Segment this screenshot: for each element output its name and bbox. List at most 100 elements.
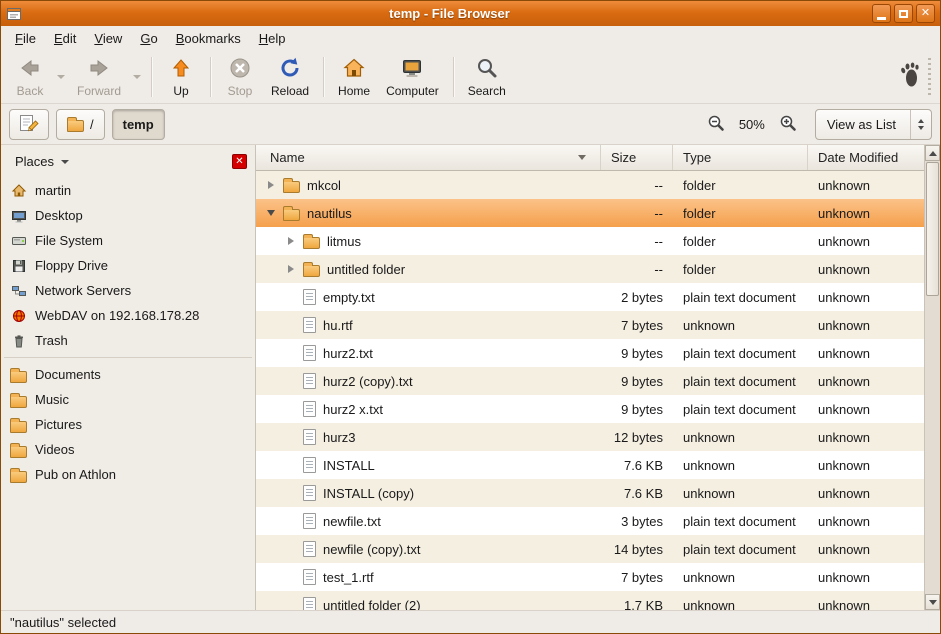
toolbar-grip-handle[interactable] — [928, 58, 931, 96]
stop-icon — [228, 56, 252, 83]
column-header-type[interactable]: Type — [673, 145, 808, 170]
content-area: Places ✕ martin Desktop File System Flop… — [1, 145, 940, 610]
file-row[interactable]: hu.rtf 7 bytes unknown unknown — [256, 311, 924, 339]
back-history-dropdown[interactable] — [53, 54, 69, 100]
file-row[interactable]: mkcol -- folder unknown — [256, 171, 924, 199]
location-bar: / temp 50% View as List — [1, 104, 940, 145]
titlebar[interactable]: temp - File Browser ✕ — [1, 1, 940, 26]
file-row[interactable]: litmus -- folder unknown — [256, 227, 924, 255]
sidebar-close-button[interactable]: ✕ — [232, 154, 247, 169]
places-dropdown[interactable]: Places — [9, 150, 75, 173]
file-row[interactable]: hurz2 (copy).txt 9 bytes plain text docu… — [256, 367, 924, 395]
list-header: Name Size Type Date Modified — [256, 145, 924, 171]
reload-button[interactable]: Reload — [263, 54, 317, 99]
back-arrow-icon — [18, 56, 42, 83]
sidebar-item-network-servers[interactable]: Network Servers — [1, 278, 255, 303]
stop-button[interactable]: Stop — [217, 54, 263, 99]
file-row[interactable]: hurz2 x.txt 9 bytes plain text document … — [256, 395, 924, 423]
forward-arrow-icon — [87, 56, 111, 83]
expander-expanded-icon[interactable] — [264, 210, 278, 216]
path-current-folder-button[interactable]: temp — [112, 109, 165, 140]
vertical-scrollbar[interactable] — [924, 145, 940, 610]
search-button[interactable]: Search — [460, 54, 514, 99]
menu-edit[interactable]: Edit — [46, 28, 84, 49]
file-row[interactable]: INSTALL 7.6 KB unknown unknown — [256, 451, 924, 479]
up-arrow-icon — [169, 56, 193, 83]
back-button[interactable]: Back — [7, 54, 53, 99]
view-mode-select[interactable]: View as List — [815, 109, 932, 140]
computer-button[interactable]: Computer — [378, 54, 447, 99]
network-icon — [10, 283, 27, 299]
toggle-location-entry-button[interactable] — [9, 109, 49, 140]
forward-button[interactable]: Forward — [69, 54, 129, 99]
sidebar-item-pictures[interactable]: Pictures — [1, 412, 255, 437]
menu-help[interactable]: Help — [251, 28, 294, 49]
sidebar-item-pub-on-athlon[interactable]: Pub on Athlon — [1, 462, 255, 487]
sidebar-item-webdav[interactable]: WebDAV on 192.168.178.28 — [1, 303, 255, 328]
sidebar-item-file-system[interactable]: File System — [1, 228, 255, 253]
trash-icon — [10, 333, 27, 349]
scroll-down-button[interactable] — [925, 594, 940, 610]
file-row[interactable]: hurz3 12 bytes unknown unknown — [256, 423, 924, 451]
file-row[interactable]: newfile.txt 3 bytes plain text document … — [256, 507, 924, 535]
file-row[interactable]: empty.txt 2 bytes plain text document un… — [256, 283, 924, 311]
column-header-date-modified[interactable]: Date Modified — [808, 145, 924, 170]
sidebar-item-desktop[interactable]: Desktop — [1, 203, 255, 228]
scrollbar-thumb[interactable] — [926, 162, 939, 296]
file-row[interactable]: test_1.rtf 7 bytes unknown unknown — [256, 563, 924, 591]
sidebar-item-floppy-drive[interactable]: Floppy Drive — [1, 253, 255, 278]
maximize-button[interactable] — [894, 4, 913, 23]
home-button[interactable]: Home — [330, 54, 378, 99]
sidebar-item-music[interactable]: Music — [1, 387, 255, 412]
sidebar-item-martin[interactable]: martin — [1, 178, 255, 203]
menu-go[interactable]: Go — [132, 28, 165, 49]
text-file-icon — [303, 597, 316, 610]
file-row[interactable]: newfile (copy).txt 14 bytes plain text d… — [256, 535, 924, 563]
up-button[interactable]: Up — [158, 54, 204, 99]
file-browser-app-icon — [6, 6, 22, 22]
menu-bookmarks[interactable]: Bookmarks — [168, 28, 249, 49]
minimize-button[interactable] — [872, 4, 891, 23]
scrollbar-track[interactable] — [925, 161, 940, 594]
scroll-up-button[interactable] — [925, 145, 940, 161]
path-root-button[interactable]: / — [56, 109, 105, 140]
forward-history-dropdown[interactable] — [129, 54, 145, 100]
file-rows: mkcol -- folder unknown nautilus -- fold… — [256, 171, 924, 610]
text-file-icon — [303, 401, 316, 417]
file-row[interactable]: untitled folder (2) 1.7 KB unknown unkno… — [256, 591, 924, 610]
text-file-icon — [303, 513, 316, 529]
zoom-level: 50% — [739, 117, 765, 132]
folder-icon — [283, 181, 300, 193]
sidebar-item-videos[interactable]: Videos — [1, 437, 255, 462]
window-title: temp - File Browser — [27, 6, 872, 21]
reload-icon — [278, 56, 302, 83]
column-header-name[interactable]: Name — [256, 145, 601, 170]
file-row-selected[interactable]: nautilus -- folder unknown — [256, 199, 924, 227]
expander-collapsed-icon[interactable] — [284, 237, 298, 245]
chevron-down-icon — [57, 75, 65, 79]
close-button[interactable]: ✕ — [916, 4, 935, 23]
expander-collapsed-icon[interactable] — [264, 181, 278, 189]
text-file-icon — [303, 373, 316, 389]
toolbar-separator — [453, 57, 454, 97]
webdav-globe-icon — [10, 308, 27, 324]
file-row[interactable]: INSTALL (copy) 7.6 KB unknown unknown — [256, 479, 924, 507]
menu-view[interactable]: View — [86, 28, 130, 49]
text-file-icon — [303, 541, 316, 557]
throbber-area — [900, 58, 934, 96]
drive-icon — [10, 233, 27, 249]
file-list: Name Size Type Date Modified mkcol -- fo… — [256, 145, 924, 610]
text-file-icon — [303, 569, 316, 585]
sidebar-item-documents[interactable]: Documents — [1, 362, 255, 387]
file-row[interactable]: hurz2.txt 9 bytes plain text document un… — [256, 339, 924, 367]
text-file-icon — [303, 457, 316, 473]
menu-file[interactable]: File — [7, 28, 44, 49]
expander-collapsed-icon[interactable] — [284, 265, 298, 273]
sidebar-item-trash[interactable]: Trash — [1, 328, 255, 353]
zoom-out-button[interactable] — [704, 112, 728, 136]
file-browser-window: temp - File Browser ✕ File Edit View Go … — [0, 0, 941, 634]
folder-icon — [67, 120, 84, 132]
zoom-in-button[interactable] — [776, 112, 800, 136]
column-header-size[interactable]: Size — [601, 145, 673, 170]
file-row[interactable]: untitled folder -- folder unknown — [256, 255, 924, 283]
